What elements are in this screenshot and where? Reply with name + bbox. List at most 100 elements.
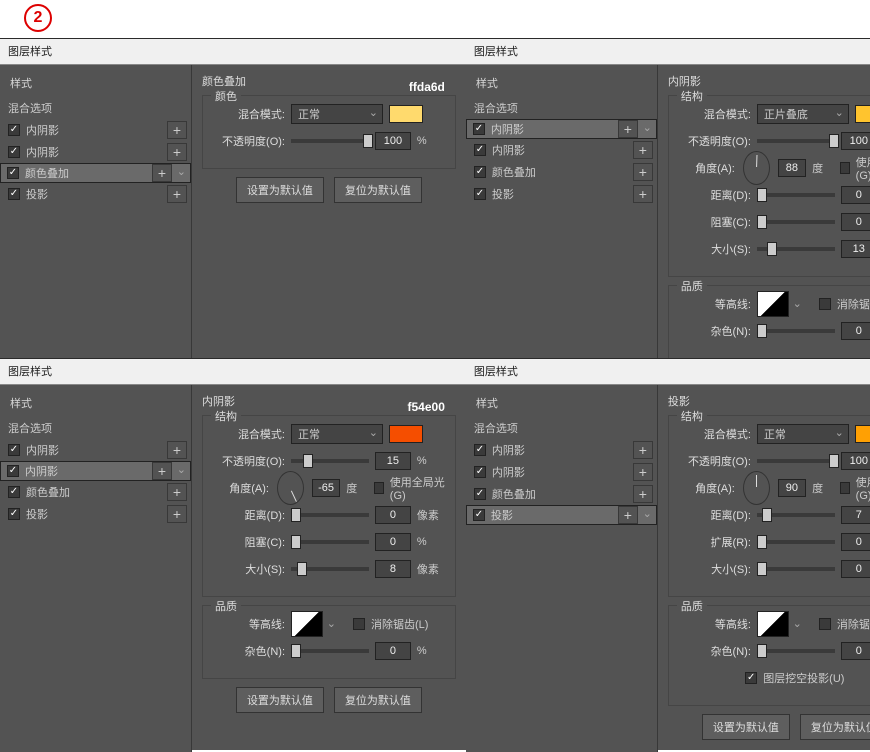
distance-slider[interactable] [757,193,835,197]
opacity-input[interactable]: 15 [375,452,411,470]
blend-mode-select[interactable]: 正常 [757,424,849,444]
size-input[interactable]: 8 [375,560,411,578]
effect-check[interactable] [474,144,486,156]
effect-check[interactable] [7,167,19,179]
add-effect-icon[interactable]: + [633,163,653,181]
effect-check[interactable] [8,188,20,200]
effect-row[interactable]: 投影+ [0,503,191,525]
noise-input[interactable]: 0 [375,642,411,660]
distance-input[interactable]: 0 [841,186,870,204]
blend-mode-select[interactable]: 正常 [291,424,383,444]
blend-mode-select[interactable]: 正片叠底 [757,104,849,124]
contour-picker[interactable] [757,611,789,637]
distance-slider[interactable] [291,513,369,517]
add-effect-icon[interactable]: + [152,462,172,480]
add-effect-icon[interactable]: + [633,463,653,481]
blend-options[interactable]: 混合选项 [0,417,191,439]
angle-dial[interactable] [743,471,770,505]
effect-check[interactable] [8,146,20,158]
add-effect-icon[interactable]: + [167,185,187,203]
reset-default-button[interactable]: 复位为默认值 [334,687,422,713]
add-effect-icon[interactable]: + [167,505,187,523]
contour-picker[interactable] [757,291,789,317]
effect-row[interactable]: 颜色叠加+ [466,483,657,505]
knockout-check[interactable] [745,672,757,684]
size-slider[interactable] [757,247,835,251]
reset-default-button[interactable]: 复位为默认值 [800,714,870,740]
antialias-check[interactable] [819,298,831,310]
spread-input[interactable]: 0 [841,533,870,551]
effect-row[interactable]: 投影+ [466,505,657,525]
antialias-check[interactable] [819,618,831,630]
effect-check[interactable] [474,466,486,478]
effect-check[interactable] [8,486,20,498]
effect-check[interactable] [8,444,20,456]
effect-check[interactable] [8,124,20,136]
effect-row[interactable]: 投影+ [466,183,657,205]
effect-check[interactable] [474,444,486,456]
global-light-check[interactable] [374,482,384,494]
spread-slider[interactable] [757,540,835,544]
angle-input[interactable]: 90 [778,479,806,497]
set-default-button[interactable]: 设置为默认值 [236,687,324,713]
global-light-check[interactable] [840,482,850,494]
noise-slider[interactable] [757,329,835,333]
size-input[interactable]: 13 [841,240,870,258]
effect-check[interactable] [474,488,486,500]
choke-input[interactable]: 0 [841,213,870,231]
effect-row[interactable]: 投影+ [0,183,191,205]
angle-dial[interactable] [743,151,770,185]
angle-input[interactable]: 88 [778,159,806,177]
noise-input[interactable]: 0 [841,322,870,340]
angle-input[interactable]: -65 [312,479,340,497]
effect-row[interactable]: 内阴影+ [466,439,657,461]
blend-mode-select[interactable]: 正常 [291,104,383,124]
choke-slider[interactable] [291,540,369,544]
add-effect-icon[interactable]: + [633,141,653,159]
contour-picker[interactable] [291,611,323,637]
add-effect-icon[interactable]: + [633,441,653,459]
effect-row[interactable]: 内阴影+ [466,119,657,139]
effect-check[interactable] [473,509,485,521]
opacity-input[interactable]: 100 [841,452,870,470]
effect-row[interactable]: 内阴影+ [0,461,191,481]
size-slider[interactable] [291,567,369,571]
add-effect-icon[interactable]: + [152,164,172,182]
set-default-button[interactable]: 设置为默认值 [236,177,324,203]
distance-input[interactable]: 7 [841,506,870,524]
color-swatch[interactable] [855,425,870,443]
effect-check[interactable] [474,166,486,178]
size-slider[interactable] [757,567,835,571]
opacity-input[interactable]: 100 [375,132,411,150]
add-effect-icon[interactable]: + [167,121,187,139]
add-effect-icon[interactable]: + [618,120,638,138]
global-light-check[interactable] [840,162,850,174]
opacity-slider[interactable] [757,459,835,463]
noise-input[interactable]: 0 [841,642,870,660]
opacity-slider[interactable] [291,459,369,463]
blend-options[interactable]: 混合选项 [0,97,191,119]
blend-options[interactable]: 混合选项 [466,97,657,119]
add-effect-icon[interactable]: + [633,485,653,503]
effect-check[interactable] [8,508,20,520]
add-effect-icon[interactable]: + [633,185,653,203]
antialias-check[interactable] [353,618,365,630]
distance-slider[interactable] [757,513,835,517]
effect-row[interactable]: 内阴影+ [0,119,191,141]
color-swatch[interactable] [389,425,423,443]
color-swatch[interactable] [855,105,870,123]
color-swatch[interactable] [389,105,423,123]
effect-row[interactable]: 颜色叠加+ [0,163,191,183]
add-effect-icon[interactable]: + [167,143,187,161]
effect-row[interactable]: 内阴影+ [0,141,191,163]
effect-row[interactable]: 内阴影+ [466,139,657,161]
effect-check[interactable] [473,123,485,135]
effect-row[interactable]: 颜色叠加+ [0,481,191,503]
choke-input[interactable]: 0 [375,533,411,551]
blend-options[interactable]: 混合选项 [466,417,657,439]
noise-slider[interactable] [757,649,835,653]
opacity-slider[interactable] [291,139,369,143]
set-default-button[interactable]: 设置为默认值 [702,714,790,740]
reset-default-button[interactable]: 复位为默认值 [334,177,422,203]
effect-check[interactable] [474,188,486,200]
